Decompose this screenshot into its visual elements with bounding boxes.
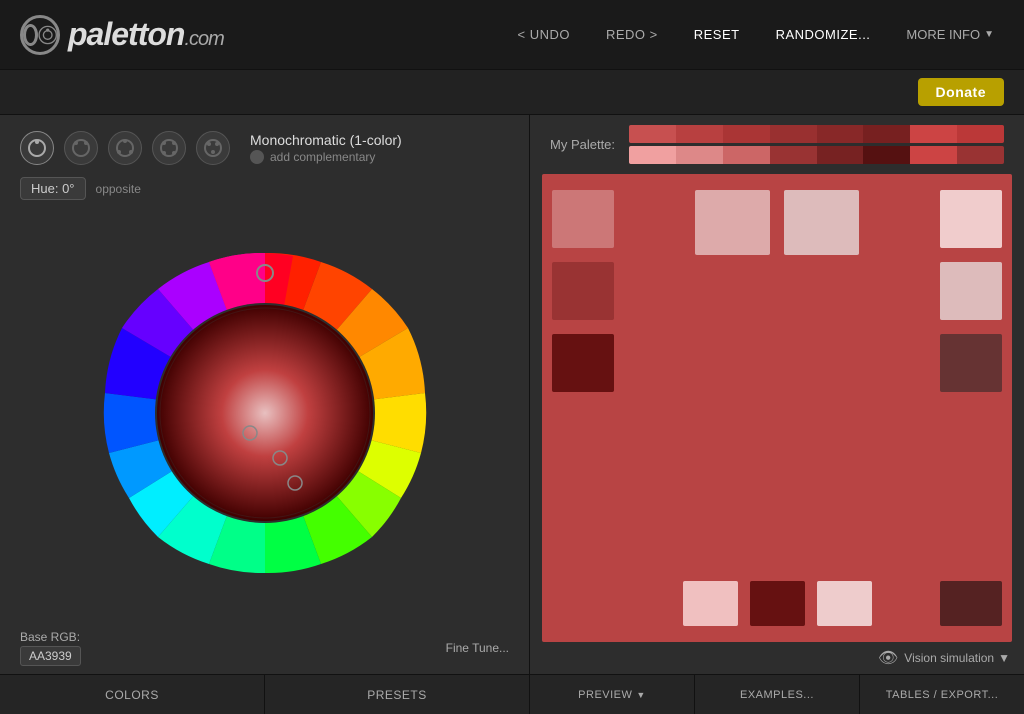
add-comp-label: add complementary [270, 150, 375, 164]
swatch-bottom-3[interactable] [817, 581, 872, 626]
toolbar: Donate [0, 70, 1024, 115]
chevron-down-icon: ▼ [998, 651, 1010, 665]
swatch-right-2[interactable] [940, 262, 1002, 320]
vision-dropdown[interactable]: Vision simulation ▼ [904, 651, 1010, 665]
mode-mono[interactable] [20, 131, 54, 165]
palette-swatch [863, 146, 910, 164]
swatch-left-1[interactable] [552, 190, 614, 248]
logo-name: paletton.com [68, 16, 224, 53]
eye-icon[interactable]: 👁 [878, 648, 898, 668]
tab-presets[interactable]: PRESETS [265, 675, 529, 714]
vision-label: Vision simulation [904, 651, 994, 665]
palette-swatch [863, 125, 910, 143]
swatch-right-1[interactable] [940, 190, 1002, 248]
tab-tables-export[interactable]: TABLES / EXPORT... [860, 675, 1024, 714]
undo-button[interactable]: < UNDO [507, 21, 579, 48]
right-swatches [932, 174, 1012, 642]
base-rgb-row: Base RGB: AA3939 Fine Tune... [0, 622, 529, 674]
swatch-bottom-2[interactable] [750, 581, 805, 626]
left-panel: Monochromatic (1-color) add complementar… [0, 115, 530, 714]
hue-badge: Hue: 0° [20, 177, 86, 200]
palette-bar-2 [629, 146, 1004, 164]
logo-icon [20, 15, 60, 55]
logo-com-text: .com [184, 28, 223, 50]
palette-swatch [817, 125, 864, 143]
fine-tune-link[interactable]: Fine Tune... [446, 641, 509, 655]
palette-swatch [629, 146, 676, 164]
palette-swatches [629, 125, 1004, 164]
color-modes-row: Monochromatic (1-color) add complementar… [0, 115, 529, 173]
mode-tetrad[interactable] [152, 131, 186, 165]
center-swatches [622, 174, 932, 642]
palette-swatch [957, 146, 1004, 164]
vision-row: 👁 Vision simulation ▼ [530, 642, 1024, 674]
mode-free[interactable] [196, 131, 230, 165]
palette-swatch [629, 125, 676, 143]
palette-swatch [770, 125, 817, 143]
palette-bar-1 [629, 125, 1004, 143]
main-area: Monochromatic (1-color) add complementar… [0, 115, 1024, 714]
add-comp-icon [250, 150, 264, 164]
mode-name-text: Monochromatic (1-color) [250, 132, 402, 148]
left-swatches [542, 174, 622, 642]
palette-swatch [957, 125, 1004, 143]
palette-swatch [723, 146, 770, 164]
base-rgb-label: Base RGB: [20, 630, 81, 644]
mode-label: Monochromatic (1-color) add complementar… [250, 132, 402, 164]
tab-colors[interactable]: COLORS [0, 675, 265, 714]
tab-preview[interactable]: PREVIEW ▼ [530, 675, 695, 714]
wheel-container[interactable] [95, 243, 435, 583]
palette-swatch [723, 125, 770, 143]
palette-swatch [676, 146, 723, 164]
redo-button[interactable]: REDO > [596, 21, 668, 48]
swatch-right-4[interactable] [940, 581, 1002, 626]
header: paletton.com < UNDO REDO > RESET RANDOMI… [0, 0, 1024, 70]
tab-preview-label: PREVIEW [578, 689, 632, 701]
base-rgb-value: AA3939 [20, 646, 81, 666]
top-swatches-row [695, 174, 859, 255]
swatch-top-2[interactable] [784, 190, 859, 255]
mode-triad[interactable] [108, 131, 142, 165]
swatch-bottom-1[interactable] [683, 581, 738, 626]
swatch-right-3[interactable] [940, 334, 1002, 392]
swatch-left-2[interactable] [552, 262, 614, 320]
swatch-left-3[interactable] [552, 334, 614, 392]
chevron-down-icon-preview: ▼ [636, 690, 645, 700]
randomize-button[interactable]: RANDOMIZE... [766, 21, 881, 48]
bottom-tabs-right: PREVIEW ▼ EXAMPLES... TABLES / EXPORT... [530, 674, 1024, 714]
nav-buttons: < UNDO REDO > RESET RANDOMIZE... MORE IN… [507, 21, 1004, 48]
palette-swatch [910, 125, 957, 143]
wheel-area[interactable] [0, 204, 529, 622]
palette-swatch [910, 146, 957, 164]
bottom-tabs-left: COLORS PRESETS [0, 674, 529, 714]
palette-swatch [817, 146, 864, 164]
logo: paletton.com [20, 15, 507, 55]
more-info-button[interactable]: MORE INFO [896, 21, 1004, 48]
tab-examples[interactable]: EXAMPLES... [695, 675, 860, 714]
swatch-right-bottom [940, 581, 1002, 626]
base-rgb-info: Base RGB: AA3939 [20, 630, 81, 666]
palette-swatch [770, 146, 817, 164]
mode-adjacent[interactable] [64, 131, 98, 165]
bottom-swatches-row [683, 581, 872, 642]
right-panel: My Palette: [530, 115, 1024, 714]
palette-label: My Palette: [550, 137, 615, 152]
color-wheel-svg[interactable] [95, 243, 435, 583]
donate-button[interactable]: Donate [918, 78, 1004, 106]
opposite-label: opposite [96, 182, 141, 196]
color-display [542, 174, 1012, 642]
reset-button[interactable]: RESET [684, 21, 750, 48]
palette-header: My Palette: [530, 115, 1024, 174]
swatch-top-1[interactable] [695, 190, 770, 255]
hue-row: Hue: 0° opposite [0, 173, 529, 204]
palette-swatch [676, 125, 723, 143]
mode-sub: add complementary [250, 150, 402, 164]
logo-name-text: paletton [68, 16, 184, 52]
